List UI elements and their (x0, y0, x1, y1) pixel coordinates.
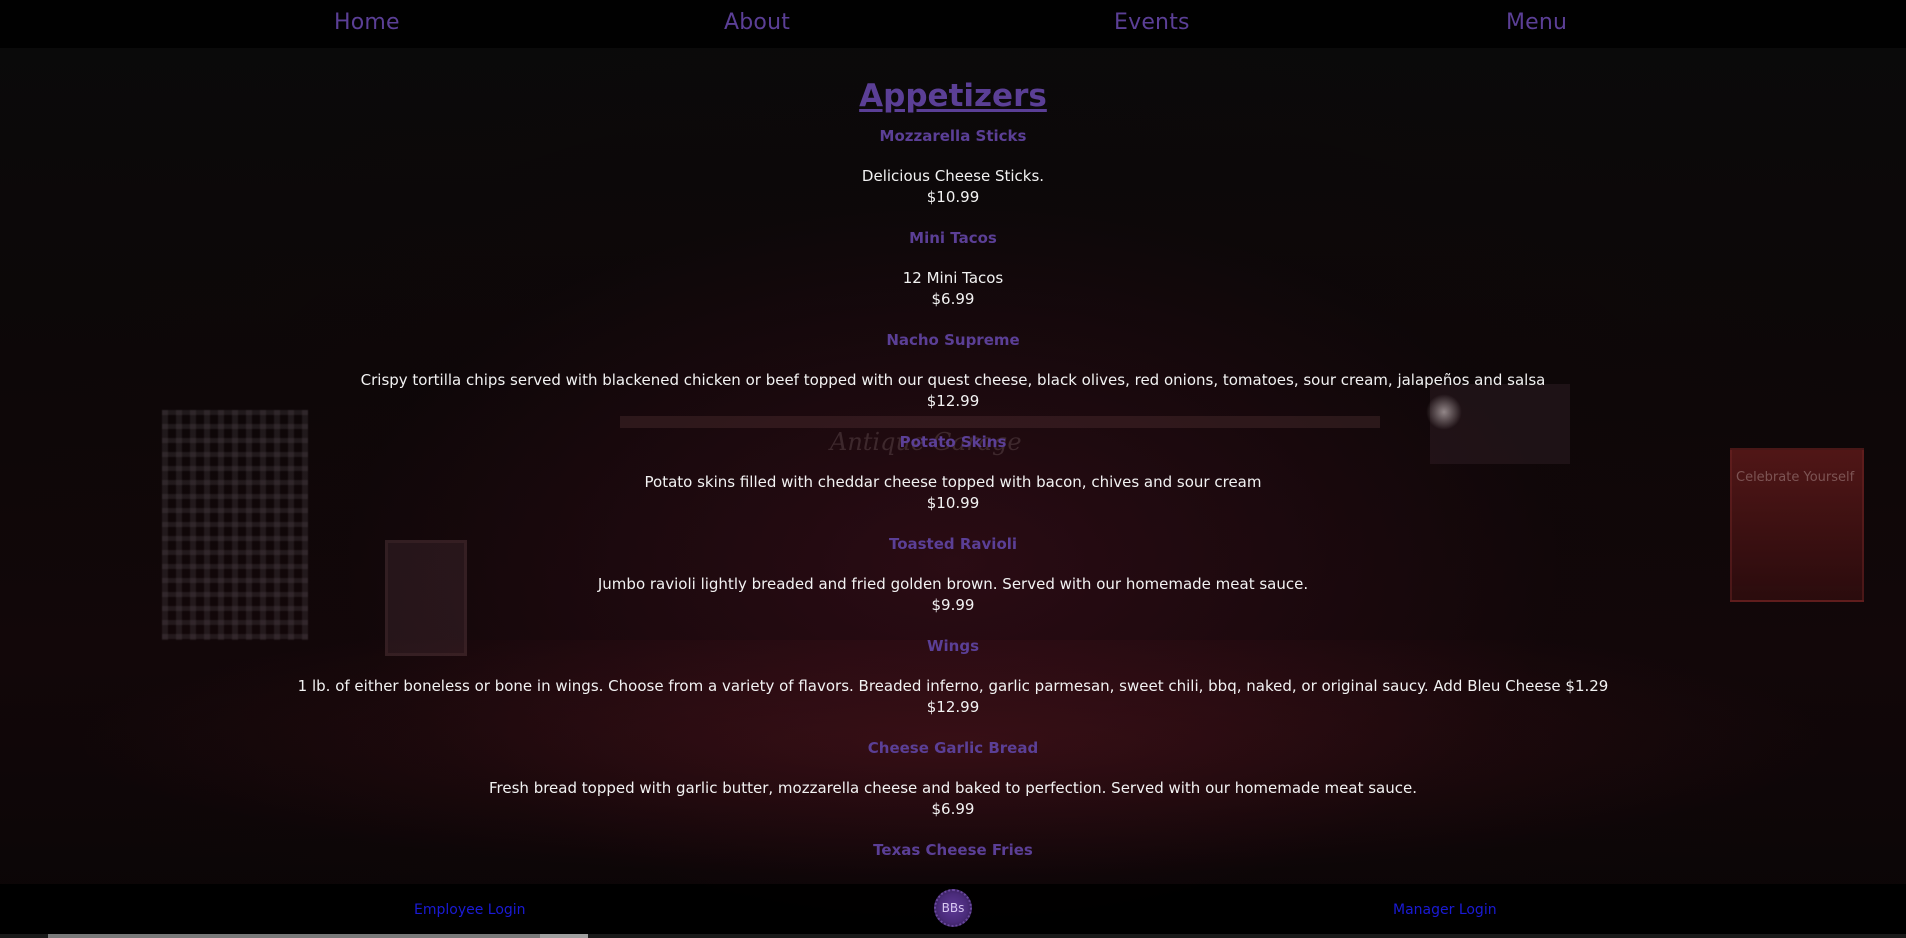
item-description: Crispy tortilla chips served with blacke… (360, 371, 1546, 389)
item-description: Potato skins filled with cheddar cheese … (644, 473, 1262, 491)
item-name: Wings (926, 637, 980, 655)
menu-item: Toasted Ravioli Jumbo ravioli lightly br… (0, 534, 1906, 616)
scrollbar-thumb-highlight (540, 934, 588, 938)
nav-menu-link[interactable]: Menu (1506, 10, 1567, 35)
section-title: Appetizers (859, 78, 1047, 114)
item-price: $12.99 (926, 698, 980, 716)
item-description: Jumbo ravioli lightly breaded and fried … (597, 575, 1309, 593)
item-description: 12 Mini Tacos (902, 269, 1004, 287)
manager-login-link[interactable]: Manager Login (1393, 902, 1497, 918)
item-price: $6.99 (931, 800, 975, 818)
item-description: Delicious Cheese Sticks. (861, 167, 1045, 185)
item-description: 1 lb. of either boneless or bone in wing… (297, 677, 1609, 695)
menu-item: Mini Tacos 12 Mini Tacos $6.99 (0, 228, 1906, 310)
menu-item: Cheese Garlic Bread Fresh bread topped w… (0, 738, 1906, 820)
item-price: $6.99 (931, 290, 975, 308)
item-name: Mozzarella Sticks (879, 127, 1027, 145)
item-price: $10.99 (926, 494, 980, 512)
nav-events-link[interactable]: Events (1114, 10, 1190, 35)
item-price: $9.99 (931, 596, 975, 614)
item-name: Texas Cheese Fries (873, 841, 1033, 859)
scrollbar-thumb[interactable] (48, 934, 588, 938)
footer-bar: Employee Login BBs Manager Login (0, 884, 1906, 934)
menu-content: Appetizers Mozzarella Sticks Delicious C… (0, 48, 1906, 884)
horizontal-scrollbar[interactable] (0, 934, 1906, 938)
item-name: Nacho Supreme (886, 331, 1020, 349)
bbs-logo[interactable]: BBs (934, 889, 972, 927)
nav-about-link[interactable]: About (724, 10, 790, 35)
item-name: Cheese Garlic Bread (867, 739, 1039, 757)
item-name: Toasted Ravioli (888, 535, 1018, 553)
menu-item: Mozzarella Sticks Delicious Cheese Stick… (0, 126, 1906, 208)
item-description: Fresh bread topped with garlic butter, m… (489, 779, 1417, 797)
nav-home-link[interactable]: Home (334, 10, 400, 35)
item-price: $10.99 (926, 188, 980, 206)
menu-item: Nacho Supreme Crispy tortilla chips serv… (0, 330, 1906, 412)
employee-login-link[interactable]: Employee Login (414, 902, 526, 918)
page: Antique Garage Celebrate Yourself Home A… (0, 0, 1906, 938)
top-navbar: Home About Events Menu (0, 0, 1906, 48)
menu-item: Potato Skins Potato skins filled with ch… (0, 432, 1906, 514)
menu-item: Wings 1 lb. of either boneless or bone i… (0, 636, 1906, 718)
item-price: $12.99 (926, 392, 980, 410)
menu-item: Texas Cheese Fries (0, 840, 1906, 860)
item-name: Potato Skins (899, 433, 1007, 451)
item-name: Mini Tacos (909, 229, 997, 247)
